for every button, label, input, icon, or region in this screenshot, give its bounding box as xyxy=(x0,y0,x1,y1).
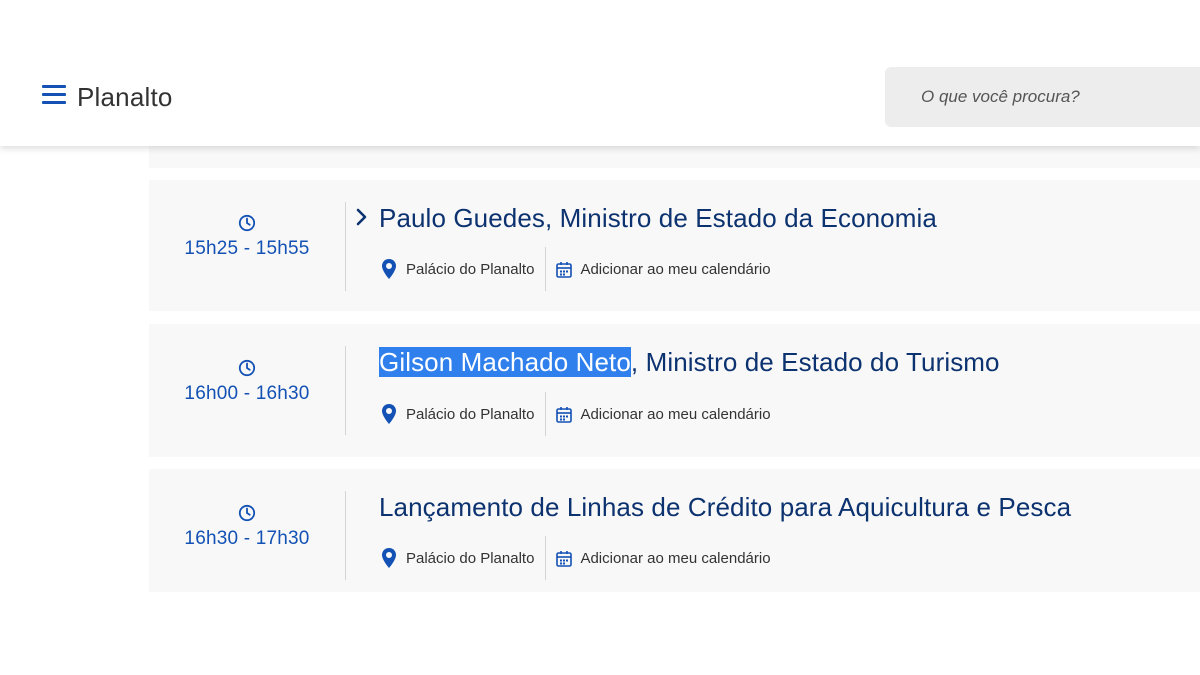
calendar-icon xyxy=(556,406,573,423)
divider xyxy=(345,346,346,435)
divider xyxy=(345,491,346,580)
map-pin-icon xyxy=(382,259,396,279)
agenda-item: 15h25 - 15h55 Paulo Guedes, Ministro de … xyxy=(149,180,1200,311)
event-meta: Palácio do Planalto Adicionar ao meu cal… xyxy=(381,392,771,436)
calendar-icon xyxy=(556,261,573,278)
event-location: Palácio do Planalto xyxy=(406,549,535,567)
chevron-right-icon[interactable] xyxy=(355,208,369,226)
add-to-calendar-link[interactable]: Adicionar ao meu calendário xyxy=(580,550,770,567)
event-time-block: 16h00 - 16h30 xyxy=(149,359,345,405)
site-title[interactable]: Planalto xyxy=(77,82,173,113)
clock-icon xyxy=(238,214,256,232)
divider xyxy=(545,536,547,580)
agenda-item-partial xyxy=(149,146,1200,168)
event-location: Palácio do Planalto xyxy=(406,260,535,278)
clock-icon xyxy=(238,504,256,522)
map-pin-icon xyxy=(382,548,396,568)
calendar-icon xyxy=(556,550,573,567)
agenda-item: 16h30 - 17h30 Lançamento de Linhas de Cr… xyxy=(149,469,1200,592)
event-location: Palácio do Planalto xyxy=(406,405,535,423)
add-to-calendar-link[interactable]: Adicionar ao meu calendário xyxy=(580,406,770,423)
event-title[interactable]: Lançamento de Linhas de Crédito para Aqu… xyxy=(379,492,1071,523)
divider xyxy=(345,202,346,291)
clock-icon xyxy=(238,359,256,377)
add-to-calendar-link[interactable]: Adicionar ao meu calendário xyxy=(580,261,770,278)
selected-text: Gilson Machado Neto xyxy=(379,347,631,377)
agenda-item: 16h00 - 16h30 Gilson Machado Neto, Minis… xyxy=(149,324,1200,457)
event-meta: Palácio do Planalto Adicionar ao meu cal… xyxy=(381,247,771,291)
event-title-rest: , Ministro de Estado do Turismo xyxy=(630,347,1000,377)
event-time-block: 15h25 - 15h55 xyxy=(149,214,345,260)
map-pin-icon xyxy=(382,404,396,424)
search-input[interactable] xyxy=(885,67,1200,127)
hamburger-icon xyxy=(42,85,66,88)
event-time: 16h00 - 16h30 xyxy=(184,383,310,404)
divider xyxy=(545,247,547,291)
menu-button[interactable] xyxy=(42,85,66,107)
event-time: 15h25 - 15h55 xyxy=(184,238,310,259)
event-time: 16h30 - 17h30 xyxy=(184,528,310,549)
event-title[interactable]: Paulo Guedes, Ministro de Estado da Econ… xyxy=(379,203,937,234)
event-time-block: 16h30 - 17h30 xyxy=(149,504,345,550)
event-meta: Palácio do Planalto Adicionar ao meu cal… xyxy=(381,536,771,580)
site-header: Planalto xyxy=(0,0,1200,146)
divider xyxy=(545,392,547,436)
event-title[interactable]: Gilson Machado Neto, Ministro de Estado … xyxy=(379,347,1000,378)
